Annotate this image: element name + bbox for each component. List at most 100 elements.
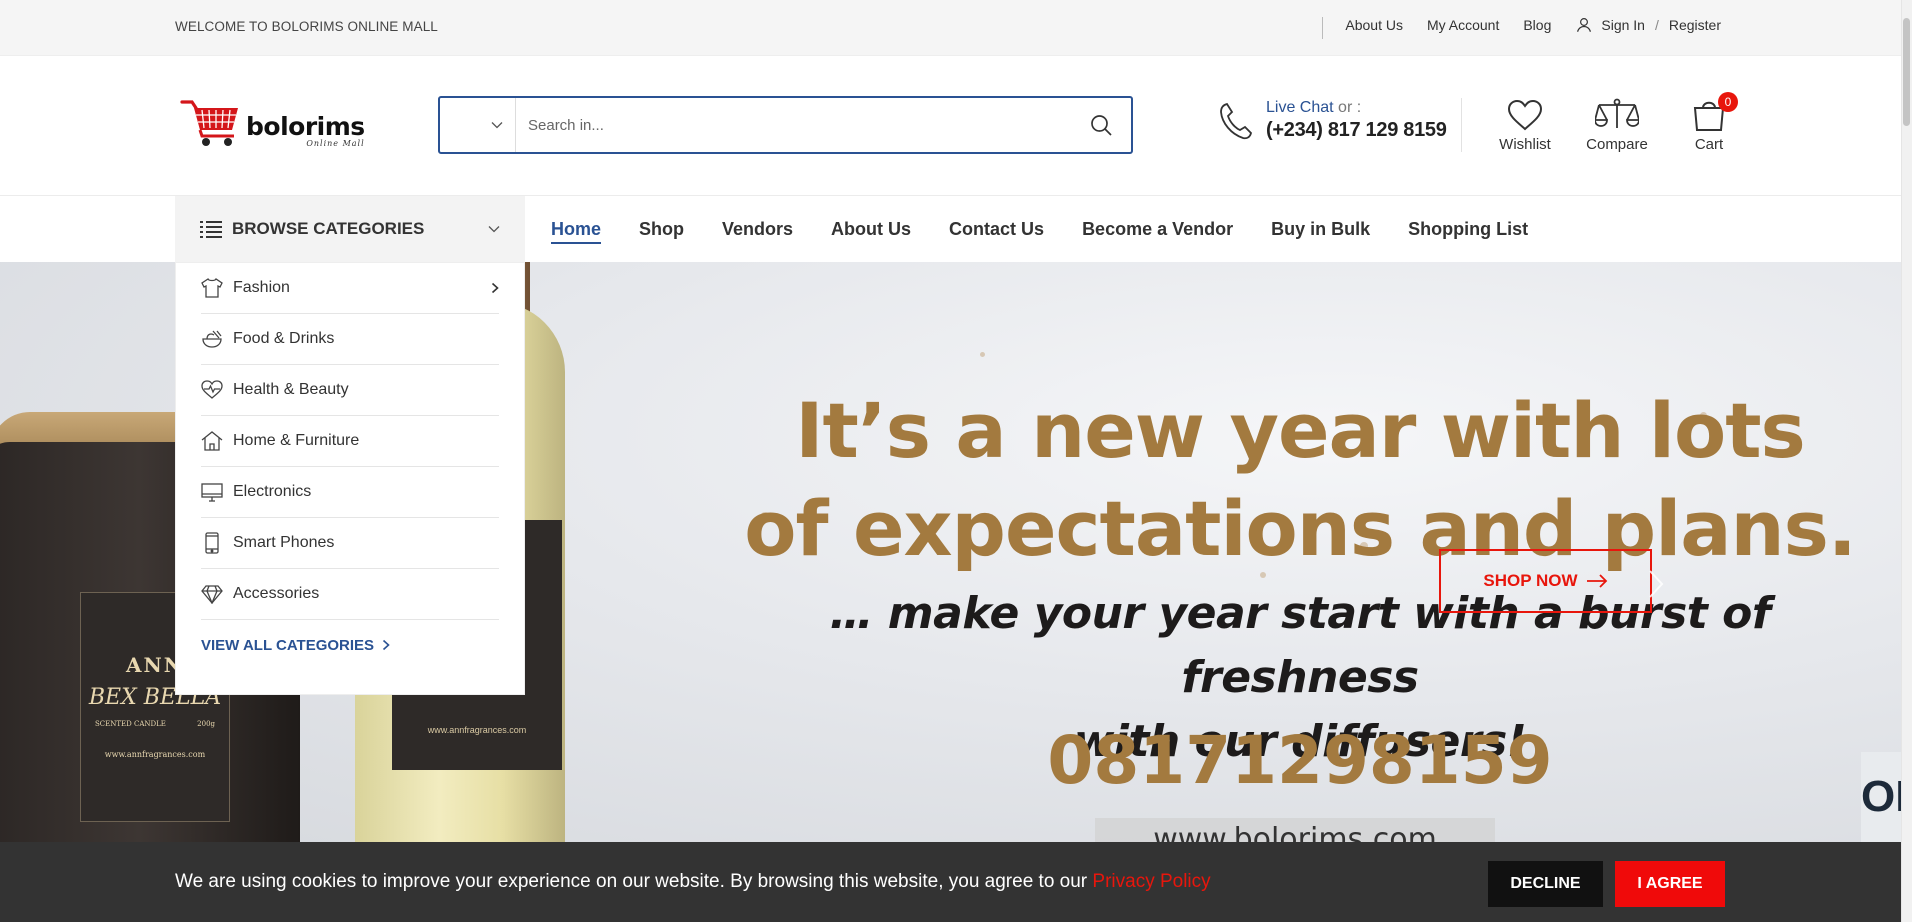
phone-icon [1220, 102, 1252, 139]
list-icon [200, 221, 222, 238]
hero-phone-number: 08171298159 [1047, 722, 1553, 799]
browse-categories-label: BROWSE CATEGORIES [232, 219, 425, 238]
header-divider [1461, 98, 1462, 152]
nav-link-buy-in-bulk[interactable]: Buy in Bulk [1271, 196, 1370, 262]
cart-label: Cart [1694, 136, 1724, 153]
candle-url: www.annfragrances.com [104, 750, 206, 759]
browse-categories-toggle[interactable]: BROWSE CATEGORIES [175, 196, 525, 262]
top-link-about-us[interactable]: About Us [1345, 17, 1403, 33]
nav-link-shop[interactable]: Shop [639, 196, 684, 262]
contact-or: or : [1338, 99, 1362, 116]
category-label: Health & Beauty [233, 381, 349, 398]
live-chat-link[interactable]: Live Chat [1266, 99, 1334, 116]
category-label: Electronics [233, 483, 312, 500]
tshirt-icon [201, 277, 223, 299]
category-fashion[interactable]: Fashion [201, 263, 499, 314]
main-nav: BROWSE CATEGORIES Home Shop Vendors Abou… [0, 196, 1901, 262]
nav-link-shopping-list[interactable]: Shopping List [1408, 196, 1528, 262]
nav-link-vendors[interactable]: Vendors [722, 196, 793, 262]
category-smart-phones[interactable]: Smart Phones [201, 518, 499, 569]
compare-button[interactable]: Compare [1582, 96, 1652, 153]
diamond-icon [201, 583, 223, 605]
slider-next-arrow[interactable] [1648, 569, 1664, 606]
hero-headline-line-1: It’s a new year with lots [795, 386, 1806, 475]
phone-device-icon [201, 532, 223, 554]
page: WELCOME TO BOLORIMS ONLINE MALL About Us… [0, 0, 1901, 922]
contact-phone-number[interactable]: (+234) 817 129 8159 [1266, 118, 1447, 143]
categories-dropdown: Fashion Food & Drinks Health & Beauty Ho… [175, 262, 525, 695]
top-link-my-account[interactable]: My Account [1427, 17, 1499, 33]
category-electronics[interactable]: Electronics [201, 467, 499, 518]
contact-text: Live Chat or : (+234) 817 129 8159 [1266, 98, 1447, 143]
top-link-blog[interactable]: Blog [1523, 17, 1551, 33]
scales-icon [1595, 98, 1639, 128]
category-home-furniture[interactable]: Home & Furniture [201, 416, 499, 467]
top-links: About Us My Account Blog Sign In / Registe… [1345, 16, 1721, 34]
chevron-right-icon [383, 639, 390, 651]
candle-weight: 200g [197, 720, 215, 728]
cart-count-badge: 0 [1718, 92, 1738, 112]
shop-now-label: SHOP NOW [1483, 571, 1578, 590]
chevron-right-icon [1649, 570, 1664, 598]
logo-brand: bolorims [246, 112, 365, 141]
category-accessories[interactable]: Accessories [201, 569, 499, 620]
chevron-down-icon [491, 122, 503, 129]
cart-button[interactable]: 0 Cart [1674, 92, 1744, 153]
nav-link-become-vendor[interactable]: Become a Vendor [1082, 196, 1233, 262]
nav-link-about-us[interactable]: About Us [831, 196, 911, 262]
topbar-divider [1322, 17, 1323, 39]
compare-label: Compare [1586, 136, 1648, 153]
user-icon [1577, 18, 1592, 32]
hero-headline: It’s a new year with lots of expectation… [720, 382, 1880, 578]
category-food-drinks[interactable]: Food & Drinks [201, 314, 499, 365]
cookie-message-text: We are using cookies to improve your exp… [175, 871, 1093, 892]
house-icon [201, 430, 223, 452]
arrow-right-icon [1586, 574, 1607, 588]
food-bowl-icon [201, 328, 223, 350]
privacy-policy-link[interactable]: Privacy Policy [1092, 871, 1210, 892]
heart-pulse-icon [201, 379, 223, 401]
view-all-categories-link[interactable]: VIEW ALL CATEGORIES [201, 620, 499, 670]
search-button[interactable] [1071, 98, 1131, 152]
candle-type: SCENTED CANDLE [95, 720, 166, 728]
heart-icon [1507, 99, 1543, 131]
shop-now-button[interactable]: SHOP NOW [1439, 549, 1652, 613]
cookie-agree-button[interactable]: I AGREE [1615, 861, 1725, 907]
hero-subline-line-1: … make your year start with a burst of f… [829, 588, 1771, 703]
page-scrollbar[interactable] [1901, 0, 1912, 922]
shopping-cart-logo-icon [180, 100, 238, 146]
scrollbar-thumb[interactable] [1903, 18, 1910, 126]
view-all-label: VIEW ALL CATEGORIES [201, 636, 375, 654]
welcome-text: WELCOME TO BOLORIMS ONLINE MALL [175, 19, 438, 34]
main-header: bolorims Online Mall Live Chat or : (+23… [0, 56, 1901, 196]
search-icon [1091, 115, 1112, 136]
cookie-decline-button[interactable]: DECLINE [1488, 861, 1603, 907]
sign-in-link[interactable]: Sign In [1601, 17, 1645, 33]
register-link[interactable]: Register [1669, 17, 1721, 33]
nav-links: Home Shop Vendors About Us Contact Us Be… [551, 196, 1528, 262]
sign-in-register: Sign In / Register [1575, 16, 1721, 34]
category-label: Home & Furniture [233, 432, 360, 449]
hero-website: www.bolorims.com [1095, 818, 1495, 842]
logo-wordmark: bolorims Online Mall [246, 114, 365, 148]
candle-details: SCENTED CANDLE 200g [81, 720, 229, 728]
nav-link-contact-us[interactable]: Contact Us [949, 196, 1044, 262]
search-input[interactable] [516, 98, 1071, 152]
nav-link-home[interactable]: Home [551, 196, 602, 262]
contact-info: Live Chat or : (+234) 817 129 8159 [1218, 98, 1447, 143]
category-label: Fashion [233, 279, 290, 296]
category-label: Smart Phones [233, 534, 335, 551]
header-actions: Wishlist Compare 0 Cart [1490, 92, 1744, 153]
category-label: Food & Drinks [233, 330, 335, 347]
hero-edge-text: OR [1861, 752, 1901, 842]
site-logo[interactable]: bolorims Online Mall [180, 98, 365, 148]
search-category-select[interactable] [440, 98, 516, 152]
sign-in-separator: / [1654, 17, 1659, 33]
category-health-beauty[interactable]: Health & Beauty [201, 365, 499, 416]
logo-tagline: Online Mall [306, 139, 365, 148]
cookie-consent-bar: We are using cookies to improve your exp… [0, 842, 1901, 922]
wishlist-button[interactable]: Wishlist [1490, 96, 1560, 153]
top-bar: WELCOME TO BOLORIMS ONLINE MALL About Us… [0, 0, 1901, 56]
wishlist-label: Wishlist [1499, 136, 1551, 153]
chevron-down-icon [488, 226, 500, 233]
